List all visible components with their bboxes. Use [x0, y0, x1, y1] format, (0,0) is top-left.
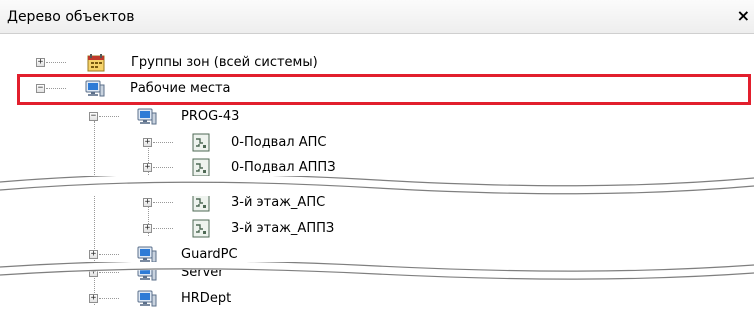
tree-line: [153, 167, 173, 168]
panel-title: Дерево объектов: [7, 9, 135, 25]
collapse-toggle[interactable]: −: [36, 84, 45, 93]
device-module-icon: [191, 133, 211, 152]
tree-node-floor3-aps[interactable]: + 3-й этаж_АПС: [0, 192, 754, 214]
tree-node-label: Server: [181, 265, 224, 280]
device-module-icon: [191, 158, 211, 177]
object-tree-panel: Дерево объектов × + Группы зон (всей сис…: [0, 0, 754, 313]
tree-line: [99, 116, 119, 117]
expand-toggle[interactable]: +: [143, 224, 152, 233]
tree-line: [153, 142, 173, 143]
tree-node-prog43[interactable]: − PROG-43: [0, 106, 754, 128]
zone-group-icon: [86, 53, 106, 72]
tree-line: [153, 228, 173, 229]
device-module-icon: [191, 193, 211, 212]
expand-toggle[interactable]: +: [36, 58, 45, 67]
tree-node-zone-groups[interactable]: + Группы зон (всей системы): [0, 52, 754, 74]
tree-node-hrdept[interactable]: + HRDept: [0, 288, 754, 310]
tree-node-label: 3-й этаж_АПС: [231, 195, 326, 210]
expand-toggle[interactable]: +: [143, 198, 152, 207]
tree-node-label: 3-й этаж_АППЗ: [231, 221, 335, 236]
expand-toggle[interactable]: +: [89, 268, 98, 277]
tree-node-floor3-appz[interactable]: + 3-й этаж_АППЗ: [0, 218, 754, 240]
tree-line: [99, 298, 119, 299]
tree-node-label: Рабочие места: [130, 81, 231, 96]
tree-line: [46, 88, 66, 89]
tree-node-server[interactable]: + Server: [0, 262, 754, 284]
device-module-icon: [191, 219, 211, 238]
tree-node-podval-appz[interactable]: + 0-Подвал АППЗ: [0, 157, 754, 179]
tree-node-label: PROG-43: [181, 109, 240, 124]
computer-icon: [137, 107, 157, 126]
tree-line: [99, 272, 119, 273]
expand-toggle[interactable]: +: [89, 250, 98, 259]
expand-toggle[interactable]: +: [143, 163, 152, 172]
tree-node-label: Группы зон (всей системы): [131, 55, 318, 70]
computer-icon: [137, 289, 157, 308]
tree-line: [99, 254, 119, 255]
tree-line: [153, 202, 173, 203]
tree-node-workplaces[interactable]: − Рабочие места: [0, 78, 754, 100]
expand-toggle[interactable]: +: [143, 138, 152, 147]
computer-icon: [85, 79, 105, 98]
close-icon[interactable]: ×: [737, 6, 750, 25]
tree-node-podval-aps[interactable]: + 0-Подвал АПС: [0, 132, 754, 154]
tree-node-label: 0-Подвал АПС: [231, 135, 327, 150]
tree-line: [46, 62, 66, 63]
tree-node-label: HRDept: [181, 291, 232, 306]
expand-toggle[interactable]: +: [89, 294, 98, 303]
tree-node-label: GuardPC: [181, 247, 238, 262]
computer-icon: [137, 263, 157, 282]
tree-node-label: 0-Подвал АППЗ: [231, 160, 336, 175]
collapse-toggle[interactable]: −: [89, 112, 98, 121]
panel-header: Дерево объектов ×: [0, 0, 754, 34]
